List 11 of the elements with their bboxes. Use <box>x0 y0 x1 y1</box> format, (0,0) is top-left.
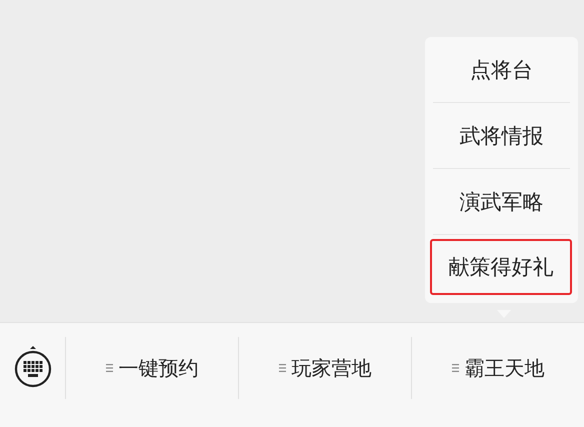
menu-item[interactable]: 献策得好礼 <box>430 239 572 295</box>
menu-tab[interactable]: 霸王天地 <box>411 337 584 399</box>
menu-tab[interactable]: 玩家营地 <box>238 337 411 399</box>
menu-item[interactable]: 武将情报 <box>433 103 570 169</box>
list-icon <box>106 363 112 373</box>
menu-tab[interactable]: 一键预约 <box>65 337 238 399</box>
menu-item[interactable]: 演武军略 <box>433 169 570 235</box>
list-icon <box>278 363 286 373</box>
list-icon <box>452 363 458 373</box>
menu-item[interactable]: 点将台 <box>433 37 570 103</box>
keyboard-icon[interactable] <box>14 346 52 388</box>
